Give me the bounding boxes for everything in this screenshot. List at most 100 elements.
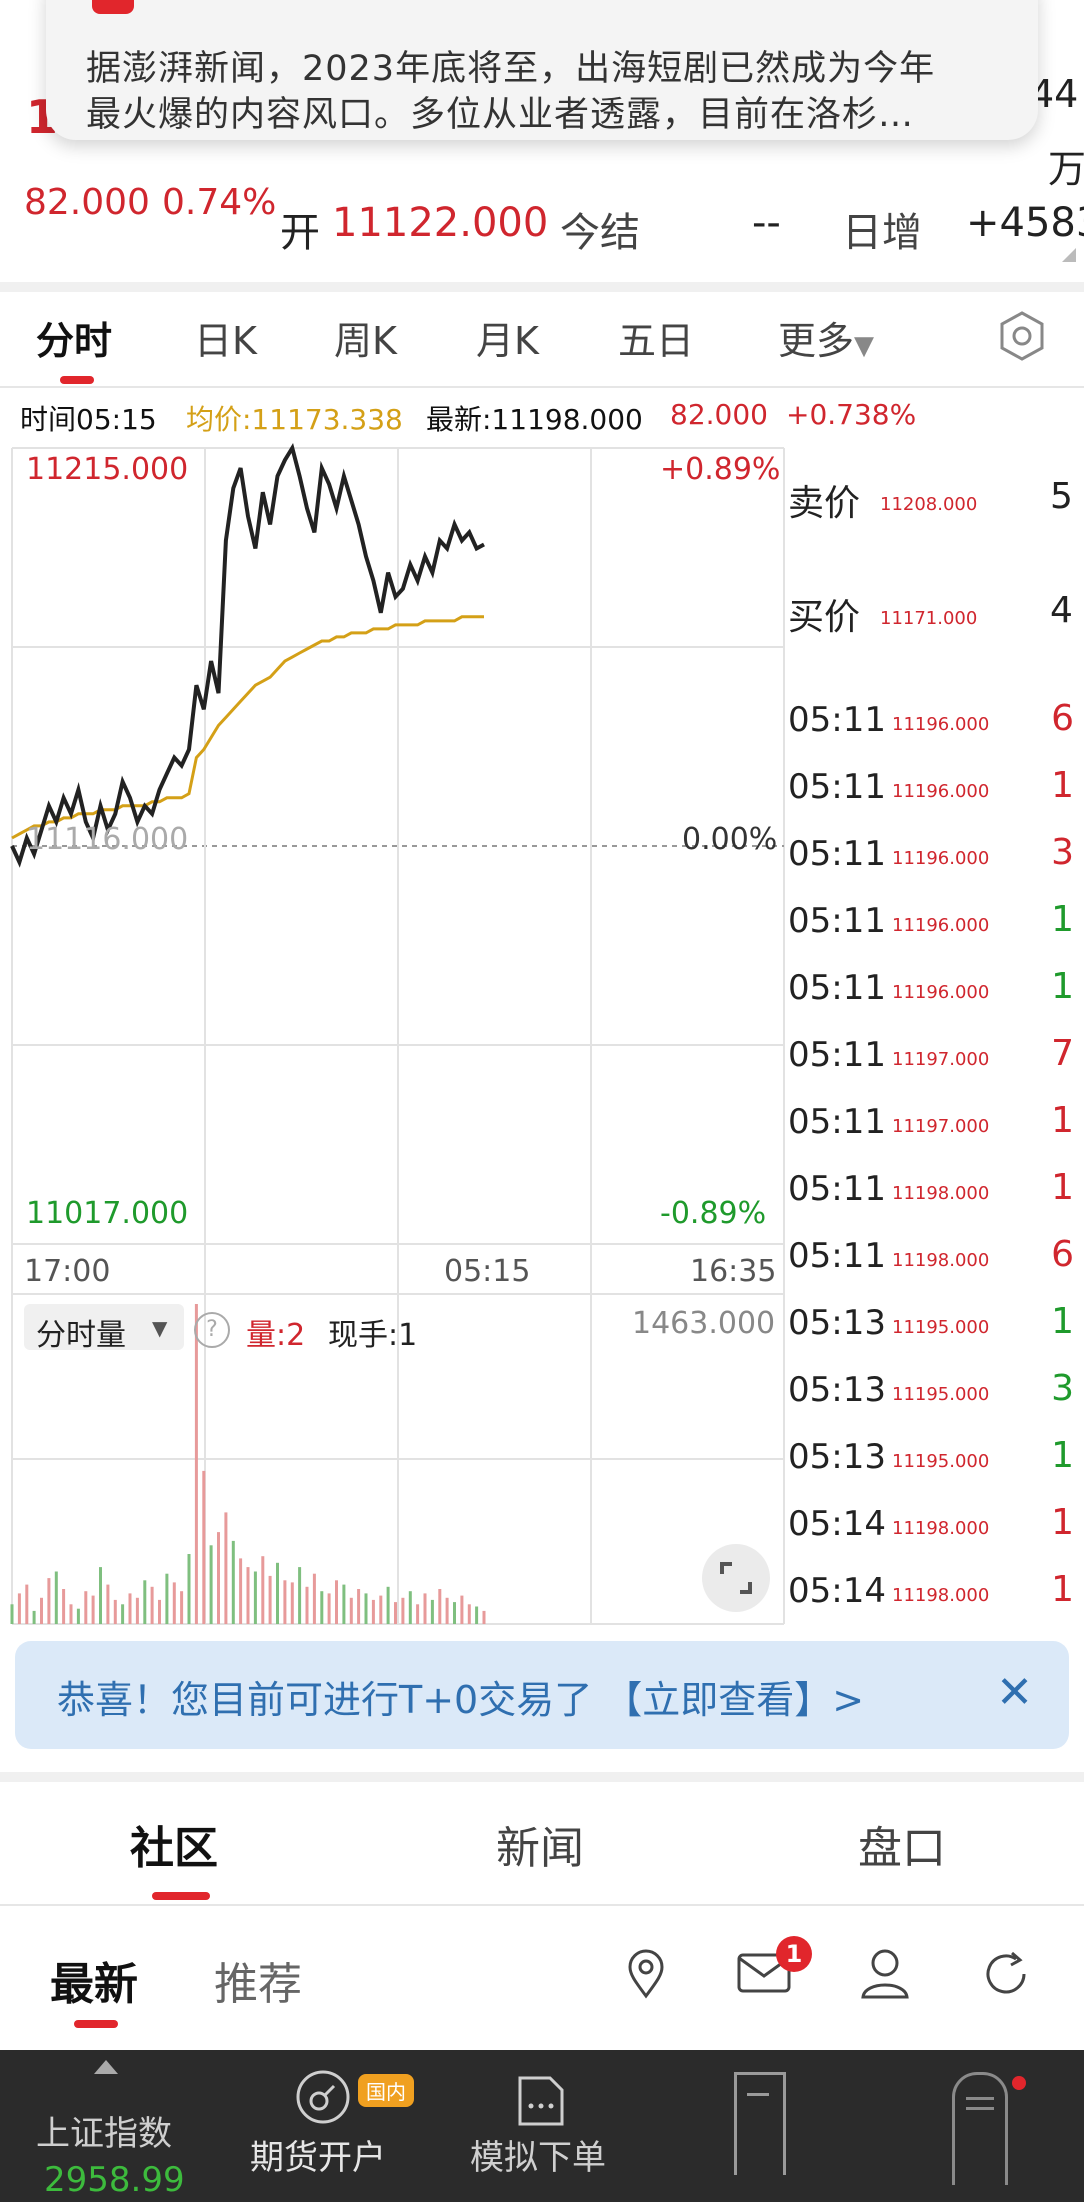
chevron-down-icon: ▼ <box>854 331 875 361</box>
change-percent: 0.74% <box>162 182 277 223</box>
tab-intraday[interactable]: 分时 <box>36 310 112 365</box>
trade-time: 05:13 <box>788 1437 886 1477</box>
app-notification-icon <box>92 0 134 14</box>
trade-volume: 1 <box>1051 1167 1074 1208</box>
tab-monthly-k[interactable]: 月K <box>476 310 539 365</box>
volume-bar <box>416 1604 420 1624</box>
trade-row: 05:14 11198.000 1 <box>788 1494 1074 1561</box>
tab-more[interactable]: 更多▼ <box>778 310 874 365</box>
trade-time: 05:11 <box>788 834 886 874</box>
fullscreen-button[interactable] <box>702 1544 770 1612</box>
volume-bar <box>246 1567 250 1624</box>
index-name[interactable]: 上证指数 <box>36 2106 172 2155</box>
volume-bar <box>47 1578 51 1624</box>
capsule-menu-icon[interactable] <box>952 2072 1008 2185</box>
info-change: 82.000 <box>670 398 768 431</box>
volume-bar <box>91 1595 95 1624</box>
trade-time: 05:11 <box>788 700 886 740</box>
trade-row: 05:11 11196.000 6 <box>788 690 1074 757</box>
subtab-latest[interactable]: 最新 <box>50 1948 138 2012</box>
subtab-indicator <box>74 2020 118 2028</box>
fullscreen-icon <box>720 1562 752 1594</box>
trade-time: 05:11 <box>788 968 886 1008</box>
volume-bar <box>113 1599 117 1624</box>
volume-bar <box>25 1584 29 1624</box>
trade-time: 05:13 <box>788 1370 886 1410</box>
volume-bar <box>386 1586 390 1624</box>
tab-community[interactable]: 社区 <box>130 1812 218 1876</box>
trade-volume: 1 <box>1051 1435 1074 1476</box>
info-average-price: 均价:11173.338 <box>186 403 403 436</box>
user-profile-icon[interactable] <box>858 1946 912 2000</box>
notification-line-2: 最火爆的内容风口。多位从业者透露，目前在洛杉… <box>86 95 915 135</box>
volume-bar <box>150 1586 154 1624</box>
trade-time: 05:11 <box>788 901 886 941</box>
settings-hexagon-icon[interactable] <box>996 310 1048 362</box>
help-icon[interactable]: ? <box>194 1312 230 1348</box>
volume-bar <box>423 1593 427 1624</box>
trade-price: 11195.000 <box>892 1384 990 1405</box>
volume-bar <box>84 1591 88 1624</box>
volume-bar <box>320 1591 324 1624</box>
message-count-badge: 1 <box>776 1936 812 1972</box>
trade-time: 05:14 <box>788 1571 886 1611</box>
volume-bar <box>253 1571 257 1624</box>
volume-bar <box>276 1562 279 1624</box>
tab-five-day[interactable]: 五日 <box>618 310 694 365</box>
settle-label: 今结 <box>560 210 640 256</box>
subtab-recommend[interactable]: 推荐 <box>214 1948 302 2012</box>
volume-bar <box>445 1597 449 1624</box>
tab-divider <box>0 1904 1084 1906</box>
refresh-icon[interactable] <box>980 1948 1032 2000</box>
volume-bar <box>209 1545 213 1624</box>
volume-bar <box>430 1599 434 1624</box>
volume-bar <box>283 1580 287 1624</box>
volume-bar <box>394 1602 397 1624</box>
simulated-order-label[interactable]: 模拟下单 <box>470 2130 606 2179</box>
volume-bar <box>305 1586 309 1624</box>
volume-bar <box>401 1597 405 1624</box>
location-pin-icon[interactable] <box>620 1948 672 2000</box>
community-tab-indicator <box>152 1892 210 1900</box>
tab-daily-k[interactable]: 日K <box>194 310 257 365</box>
domestic-badge: 国内 <box>358 2074 414 2107</box>
header-mid-right-unit: 万 <box>1048 147 1084 191</box>
bid-label: 买价 <box>788 597 861 638</box>
volume-bar <box>76 1608 80 1624</box>
banner-message[interactable]: 恭喜！您目前可进行T+0交易了 【立即查看】> <box>57 1669 864 1724</box>
bid-price: 11171.000 <box>880 608 978 629</box>
trade-time: 05:11 <box>788 1169 886 1209</box>
section-divider <box>0 282 1084 292</box>
chevron-up-icon[interactable] <box>94 2060 118 2074</box>
trade-time: 05:11 <box>788 1102 886 1142</box>
trade-volume: 1 <box>1051 765 1074 806</box>
account-open-icon[interactable] <box>294 2068 352 2126</box>
volume-bar <box>135 1597 139 1624</box>
volume-bar <box>128 1593 132 1624</box>
trade-price: 11196.000 <box>892 714 990 735</box>
close-icon[interactable]: ✕ <box>996 1667 1033 1718</box>
volume-type-selector[interactable]: 分时量 ▼ <box>24 1304 184 1353</box>
simulated-order-icon[interactable] <box>516 2074 566 2128</box>
volume-bar <box>121 1604 125 1624</box>
trade-row: 05:11 11198.000 1 <box>788 1159 1074 1226</box>
panel-door-icon[interactable] <box>734 2072 786 2175</box>
volume-bar <box>231 1540 235 1624</box>
volume-bar <box>40 1597 43 1624</box>
volume-bar <box>349 1597 353 1624</box>
tab-order-book[interactable]: 盘口 <box>858 1812 946 1876</box>
t0-promo-banner[interactable]: 恭喜！您目前可进行T+0交易了 【立即查看】> ✕ <box>15 1641 1069 1749</box>
trade-volume: 1 <box>1051 1502 1074 1543</box>
volume-type-label: 分时量 <box>36 1318 126 1353</box>
news-notification[interactable]: 据澎湃新闻，2023年底将至，出海短剧已然成为今年 最火爆的内容风口。多位从业者… <box>46 0 1038 140</box>
y-axis-max-label: 11215.000 <box>26 452 189 487</box>
open-account-label[interactable]: 期货开户 <box>250 2130 386 2179</box>
trade-price: 11198.000 <box>892 1585 990 1606</box>
trade-volume: 6 <box>1051 698 1074 739</box>
oi-change-label: 日增 <box>842 210 922 256</box>
volume-bar <box>187 1554 191 1624</box>
tab-weekly-k[interactable]: 周K <box>334 310 397 365</box>
tab-news[interactable]: 新闻 <box>496 1812 584 1876</box>
volume-bar <box>194 1304 198 1624</box>
volume-bar <box>165 1573 169 1624</box>
